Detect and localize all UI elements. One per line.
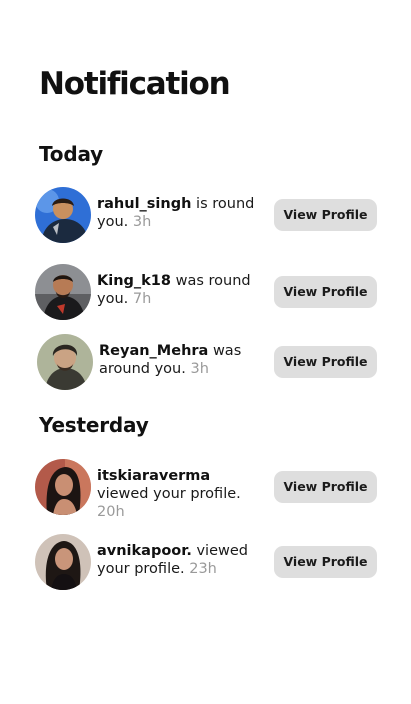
view-profile-button[interactable]: View Profile bbox=[274, 276, 377, 308]
view-profile-button[interactable]: View Profile bbox=[274, 546, 377, 578]
notification-item: King_k18 was round you. 7h View Profile bbox=[0, 262, 411, 322]
avatar[interactable] bbox=[35, 264, 91, 320]
section-today-heading: Today bbox=[39, 142, 103, 166]
notification-time: 23h bbox=[189, 561, 217, 577]
section-yesterday-heading: Yesterday bbox=[39, 413, 149, 437]
view-profile-button[interactable]: View Profile bbox=[274, 471, 377, 503]
avatar[interactable] bbox=[35, 459, 91, 515]
notification-text: King_k18 was round you. 7h bbox=[97, 272, 263, 308]
avatar-avni-photo bbox=[35, 534, 91, 590]
notification-username[interactable]: rahul_singh bbox=[97, 196, 191, 212]
notification-username[interactable]: itskiaraverma bbox=[97, 468, 210, 484]
avatar-rahul-photo bbox=[35, 187, 91, 243]
notification-time: 3h bbox=[190, 361, 209, 377]
notification-screen: Notification Today rahul_singh is round … bbox=[0, 0, 411, 704]
notification-item: rahul_singh is round you. 3h View Profil… bbox=[0, 185, 411, 245]
notification-item: avnikapoor. viewed your profile. 23h Vie… bbox=[0, 532, 411, 592]
notification-username[interactable]: Reyan_Mehra bbox=[99, 343, 208, 359]
notification-username[interactable]: avnikapoor. bbox=[97, 543, 192, 559]
avatar-kiara-photo bbox=[35, 459, 91, 515]
view-profile-button[interactable]: View Profile bbox=[274, 199, 377, 231]
avatar-reyan-photo bbox=[37, 334, 93, 390]
notification-text: Reyan_Mehra was around you. 3h bbox=[99, 342, 265, 378]
avatar[interactable] bbox=[35, 187, 91, 243]
notification-time: 20h bbox=[97, 504, 125, 520]
avatar[interactable] bbox=[35, 534, 91, 590]
avatar[interactable] bbox=[37, 334, 93, 390]
notification-item: Reyan_Mehra was around you. 3h View Prof… bbox=[0, 332, 411, 392]
page-title: Notification bbox=[39, 66, 231, 102]
notification-time: 3h bbox=[132, 214, 152, 230]
view-profile-button[interactable]: View Profile bbox=[274, 346, 377, 378]
notification-text: avnikapoor. viewed your profile. 23h bbox=[97, 542, 263, 578]
notification-username[interactable]: King_k18 bbox=[97, 273, 171, 289]
avatar-king-photo bbox=[35, 264, 91, 320]
notification-text: rahul_singh is round you. 3h bbox=[97, 195, 263, 231]
notification-text: itskiaraverma viewed your profile. 20h bbox=[97, 467, 263, 521]
notification-message: viewed your profile. bbox=[97, 486, 241, 502]
notification-item: itskiaraverma viewed your profile. 20h V… bbox=[0, 457, 411, 520]
notification-time: 7h bbox=[132, 291, 152, 307]
